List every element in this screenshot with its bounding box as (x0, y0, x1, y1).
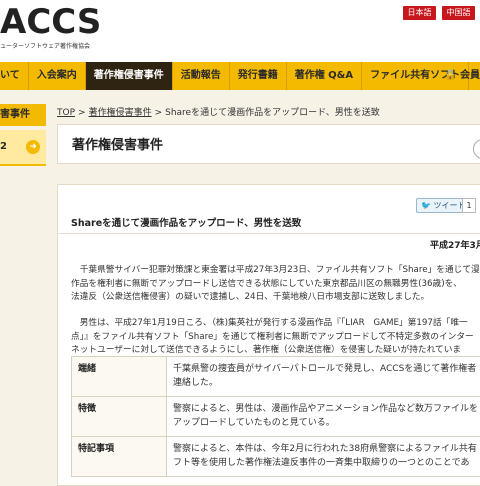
table-row-label: 端緒 (72, 357, 167, 397)
nav-item-publications[interactable]: 発行書籍 (230, 62, 287, 90)
sidebar: 害事件 2 ➜ (0, 104, 46, 166)
lock-icon: 🔒 (444, 70, 456, 81)
table-cell-line: 警察によると、本件は、今年2月に行われた38府県警察によるファイル共有 (173, 443, 480, 457)
site-logo[interactable]: ACCS (0, 4, 101, 40)
twitter-bird-icon: 🐦 (421, 201, 431, 210)
member-label: 会員 (460, 70, 480, 81)
table-cell-line: 警察によると、男性は、漫画作品やアニメーション作品など数万ファイルを (173, 403, 480, 417)
breadcrumb: TOP>著作権侵害事件>Shareを通じて漫画作品をアップロード、男性を送致 (57, 105, 380, 118)
language-chinese-button[interactable]: 中国語 (442, 6, 475, 20)
paragraph-line: 法違反（公衆送信権侵害）の疑いで逮捕し、24日、千葉地検八日市場支部に送致しまし… (71, 291, 480, 305)
nav-item-copyright-qa[interactable]: 著作権 Q&A (287, 62, 362, 90)
table-cell-line: アップロードしていたものと見ている。 (173, 417, 480, 431)
site-header: ACCS ューターソフトウェア著作権協会 日本語 中国語 (0, 0, 480, 62)
article-panel: 🐦 ツイート 1 Shareを通じて漫画作品をアップロード、男性を送致 平成27… (57, 184, 480, 486)
table-row: 特徴 警察によると、男性は、漫画作品やアニメーション作品など数万ファイルを アッ… (72, 397, 480, 437)
article-paragraph-1: 千葉県警サイバー犯罪対策課と東金署は平成27年3月23日、ファイル共有ソフト「S… (71, 264, 480, 305)
breadcrumb-separator: > (78, 108, 86, 118)
table-row-value: 警察によると、本件は、今年2月に行われた38府県警察によるファイル共有 フト等を… (167, 437, 480, 477)
article-paragraph-2: 男性は、平成27年1月19日ころ、（株)集英社が発行する漫画作品『「LIAR G… (71, 317, 480, 358)
tweet-label: ツイート (434, 201, 466, 210)
page-title: 著作権侵害事件 (72, 134, 163, 153)
table-cell-line: 千葉県警の捜査員がサイバーパトロールで発見し、ACCSを通じて著作権者 (173, 363, 480, 377)
table-cell-line: 連絡した。 (173, 377, 480, 391)
breadcrumb-section-link[interactable]: 著作権侵害事件 (89, 108, 152, 118)
site-logo-subtitle: ューターソフトウェア著作権協会 (0, 41, 90, 50)
table-row: 端緒 千葉県警の捜査員がサイバーパトロールで発見し、ACCSを通じて著作権者 連… (72, 357, 480, 397)
nav-item-infringement-cases[interactable]: 著作権侵害事件 (86, 62, 173, 90)
member-login-link[interactable]: 🔒 会員 (444, 62, 480, 90)
tweet-count: 1 (462, 198, 476, 213)
breadcrumb-separator: > (155, 108, 163, 118)
language-japanese-button[interactable]: 日本語 (403, 6, 436, 20)
page-title-box: 著作権侵害事件 (57, 124, 480, 164)
table-row-value: 千葉県警の捜査員がサイバーパトロールで発見し、ACCSを通じて著作権者 連絡した… (167, 357, 480, 397)
nav-item-membership[interactable]: 入会案内 (29, 62, 86, 90)
nav-item-about[interactable]: いて (0, 62, 29, 90)
nav-item-activity-reports[interactable]: 活動報告 (173, 62, 230, 90)
breadcrumb-top-link[interactable]: TOP (57, 108, 75, 118)
arrow-right-icon: ➜ (26, 140, 40, 154)
paragraph-line: 男性は、平成27年1月19日ころ、（株)集英社が発行する漫画作品『「LIAR G… (71, 317, 480, 331)
article-date: 平成27年3月 (430, 238, 480, 251)
divider (58, 233, 480, 234)
paragraph-line: 点」』をファイル共有ソフト「Share」を通じて権利者に無断でアップロードして不… (71, 331, 480, 345)
case-details-table: 端緒 千葉県警の捜査員がサイバーパトロールで発見し、ACCSを通じて著作権者 連… (71, 356, 480, 477)
global-nav: いて 入会案内 著作権侵害事件 活動報告 発行書籍 著作権 Q&A ファイル共有… (0, 62, 480, 90)
sidebar-item-label: 2 (0, 141, 7, 152)
sidebar-item[interactable]: 2 ➜ (0, 130, 46, 166)
paragraph-line: 作品を権利者に無断でアップロードし送信できる状態にしていた東京都品川区の無職男性… (71, 278, 480, 292)
table-cell-line: フト等を使用した著作権法違反事件の一斉集中取締りの一つとのことであ (173, 457, 480, 471)
paragraph-line: 千葉県警サイバー犯罪対策課と東金署は平成27年3月23日、ファイル共有ソフト「S… (71, 264, 480, 278)
table-row-value: 警察によると、男性は、漫画作品やアニメーション作品など数万ファイルを アップロー… (167, 397, 480, 437)
article-title: Shareを通じて漫画作品をアップロード、男性を送致 (71, 215, 301, 229)
breadcrumb-current: Shareを通じて漫画作品をアップロード、男性を送致 (165, 108, 380, 118)
table-row-label: 特徴 (72, 397, 167, 437)
table-row: 特記事項 警察によると、本件は、今年2月に行われた38府県警察によるファイル共有… (72, 437, 480, 477)
sidebar-title: 害事件 (0, 104, 46, 126)
table-row-label: 特記事項 (72, 437, 167, 477)
